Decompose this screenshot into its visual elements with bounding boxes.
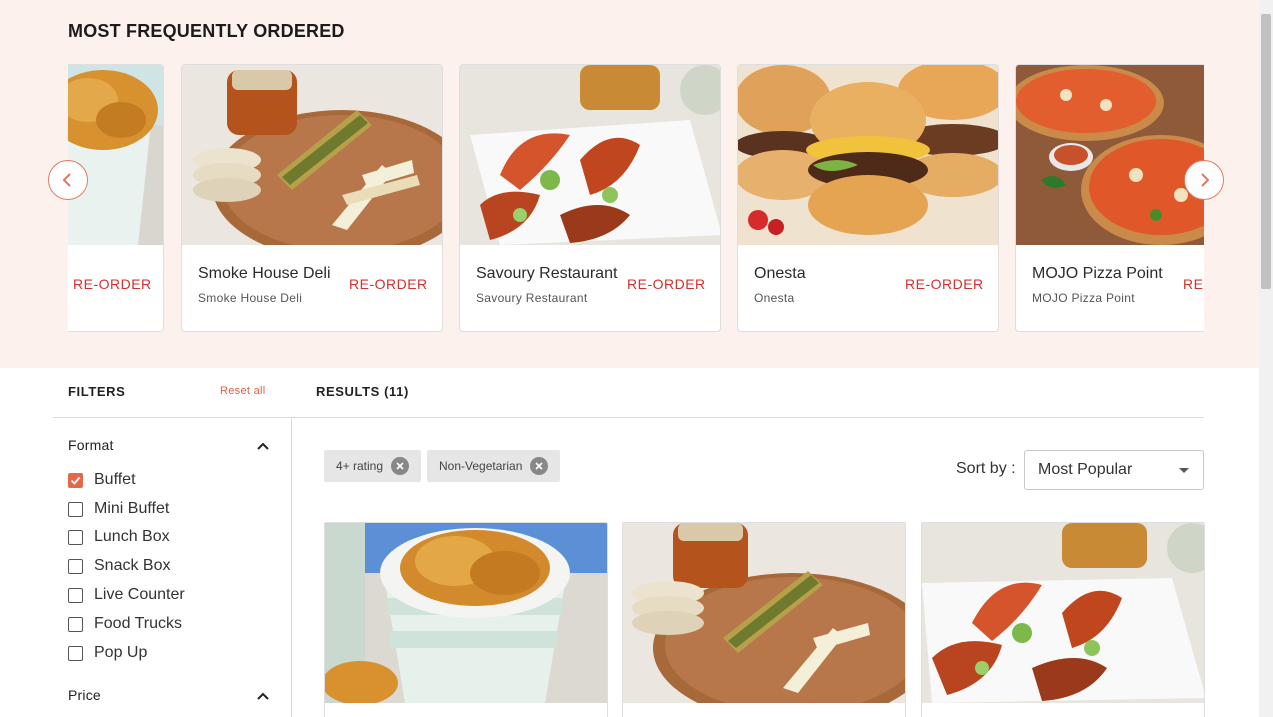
restaurant-card[interactable]: RE-ORDER <box>68 64 164 332</box>
filter-section-price[interactable]: Price <box>68 687 101 703</box>
option-label: Food Trucks <box>94 615 183 632</box>
reorder-button[interactable]: RE-ORDER <box>627 276 706 292</box>
result-card[interactable] <box>622 522 906 717</box>
restaurant-carousel: RE-ORDER Smoke House Deli Smoke House De… <box>68 64 1204 334</box>
food-image <box>922 523 1204 703</box>
filter-option-live-counter[interactable]: Live Counter <box>68 585 185 605</box>
filter-option-snack-box[interactable]: Snack Box <box>68 556 170 576</box>
checkbox[interactable] <box>68 645 83 661</box>
reorder-button[interactable]: RE-ORDER <box>1183 276 1204 292</box>
filter-option-food-trucks[interactable]: Food Trucks <box>68 614 182 634</box>
option-label: Live Counter <box>94 586 185 603</box>
sort-dropdown[interactable]: Most Popular <box>1024 450 1204 490</box>
restaurant-subtitle: Onesta <box>754 291 795 305</box>
restaurant-subtitle: MOJO Pizza Point <box>1032 291 1135 305</box>
food-image <box>68 65 163 245</box>
chevron-right-icon <box>1201 173 1210 187</box>
filters-title: FILTERS <box>68 384 126 399</box>
restaurant-subtitle: Savoury Restaurant <box>476 291 588 305</box>
divider <box>291 418 292 717</box>
close-icon[interactable] <box>530 457 549 475</box>
reorder-button[interactable]: RE-ORDER <box>73 276 152 292</box>
restaurant-card[interactable]: Onesta Onesta RE-ORDER <box>737 64 999 332</box>
check-icon <box>70 476 81 485</box>
filter-option-buffet[interactable]: Buffet <box>68 470 136 490</box>
option-label: Lunch Box <box>94 528 170 545</box>
carousel-prev-button[interactable] <box>48 160 88 200</box>
option-label: Buffet <box>94 471 136 488</box>
food-image <box>325 523 607 703</box>
filter-chip: 4+ rating <box>324 450 422 482</box>
option-label: Mini Buffet <box>94 500 170 517</box>
chip-label: Non-Vegetarian <box>439 459 523 473</box>
restaurant-card[interactable]: Savoury Restaurant Savoury Restaurant RE… <box>459 64 721 332</box>
checkbox[interactable] <box>68 616 83 632</box>
food-image <box>1016 65 1204 245</box>
filter-chip: Non-Vegetarian <box>427 450 561 482</box>
restaurant-name: MOJO Pizza Point <box>1032 265 1163 282</box>
carousel-next-button[interactable] <box>1184 160 1224 200</box>
checkbox[interactable] <box>68 587 83 603</box>
chevron-left-icon <box>62 173 71 187</box>
result-card[interactable] <box>324 522 608 717</box>
sort-label: Sort by : <box>956 460 1016 477</box>
divider <box>53 417 1204 418</box>
restaurant-name: Onesta <box>754 265 806 282</box>
restaurant-name: Savoury Restaurant <box>476 265 618 282</box>
results-title: RESULTS (11) <box>316 384 409 399</box>
scrollbar-thumb[interactable] <box>1261 14 1271 289</box>
reorder-button[interactable]: RE-ORDER <box>349 276 428 292</box>
option-label: Pop Up <box>94 644 148 661</box>
filter-option-mini-buffet[interactable]: Mini Buffet <box>68 499 169 519</box>
sort-value: Most Popular <box>1038 461 1133 478</box>
chip-label: 4+ rating <box>336 459 384 473</box>
reset-all-link[interactable]: Reset all <box>220 385 266 397</box>
filter-option-pop-up[interactable]: Pop Up <box>68 643 147 663</box>
filter-option-lunch-box[interactable]: Lunch Box <box>68 527 170 547</box>
restaurant-name: Smoke House Deli <box>198 265 331 282</box>
chevron-up-icon[interactable] <box>256 689 270 703</box>
checkbox[interactable] <box>68 558 83 574</box>
caret-down-icon <box>1179 468 1189 473</box>
filter-section-format[interactable]: Format <box>68 437 114 453</box>
restaurant-card[interactable]: MOJO Pizza Point MOJO Pizza Point RE-ORD… <box>1015 64 1204 332</box>
checkbox-checked[interactable] <box>68 472 83 488</box>
restaurant-subtitle: Smoke House Deli <box>198 291 303 305</box>
checkbox[interactable] <box>68 529 83 545</box>
result-card[interactable] <box>921 522 1205 717</box>
food-image <box>623 523 905 703</box>
checkbox[interactable] <box>68 501 83 517</box>
section-title: MOST FREQUENTLY ORDERED <box>68 21 345 41</box>
food-image <box>460 65 720 245</box>
food-image <box>182 65 442 245</box>
close-icon[interactable] <box>391 457 410 475</box>
frequently-ordered-section: MOST FREQUENTLY ORDERED RE-ORDER Smoke H… <box>0 0 1259 368</box>
chevron-up-icon[interactable] <box>256 439 270 453</box>
restaurant-card[interactable]: Smoke House Deli Smoke House Deli RE-ORD… <box>181 64 443 332</box>
food-image <box>738 65 998 245</box>
option-label: Snack Box <box>94 557 171 574</box>
reorder-button[interactable]: RE-ORDER <box>905 276 984 292</box>
